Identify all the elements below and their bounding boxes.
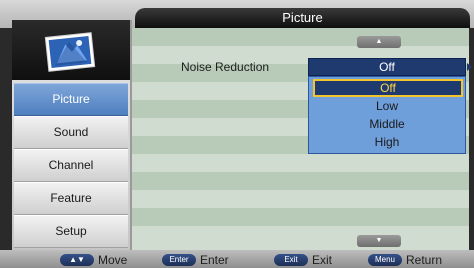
tv-menu-frame: Picture Picture Sound Channel Feature Se… — [0, 0, 474, 268]
sidebar-item-setup[interactable]: Setup — [14, 215, 128, 248]
scroll-up-button[interactable]: ▲ — [357, 36, 401, 48]
dropdown-option-middle[interactable]: Middle — [309, 115, 465, 133]
stripe — [132, 172, 469, 190]
noise-reduction-label: Noise Reduction — [181, 60, 270, 74]
hint-bar: ▲▼ Move Enter Enter Exit Exit Menu Return — [0, 250, 474, 268]
key-enter: Enter — [162, 253, 196, 266]
sidebar-item-channel[interactable]: Channel — [14, 149, 128, 182]
page-title: Picture — [135, 8, 470, 28]
stripe — [132, 208, 469, 226]
hint-label: Exit — [312, 252, 333, 267]
hint-enter: Enter Enter — [162, 251, 229, 267]
key-menu: Menu — [368, 253, 402, 266]
hint-label: Enter — [200, 252, 229, 267]
stripe — [132, 28, 469, 46]
key-arrows: ▲▼ — [60, 253, 94, 266]
chevron-right-icon[interactable] — [467, 63, 472, 71]
sidebar-logo-area — [12, 20, 130, 80]
key-exit: Exit — [274, 253, 308, 266]
hint-label: Move — [98, 252, 128, 267]
sidebar-item-picture[interactable]: Picture — [14, 83, 128, 116]
photo-frames-icon — [44, 32, 96, 72]
dropdown-option-off[interactable]: Off — [313, 79, 463, 97]
sidebar-item-feature[interactable]: Feature — [14, 182, 128, 215]
hint-label: Return — [406, 252, 443, 267]
dropdown-option-low[interactable]: Low — [309, 97, 465, 115]
settings-panel: ▲ Noise Reduction Off Off Low Middle Hig… — [132, 28, 472, 250]
noise-reduction-dropdown: Off Low Middle High — [308, 76, 466, 154]
scroll-down-button[interactable]: ▼ — [357, 235, 401, 247]
hint-move: ▲▼ Move — [60, 251, 127, 267]
hint-exit: Exit Exit — [274, 251, 332, 267]
sidebar-item-sound[interactable]: Sound — [14, 116, 128, 149]
hint-return: Menu Return — [368, 251, 442, 267]
noise-reduction-value[interactable]: Off — [308, 58, 466, 76]
sidebar: Picture Sound Channel Feature Setup — [12, 20, 132, 250]
dropdown-option-high[interactable]: High — [309, 133, 465, 151]
